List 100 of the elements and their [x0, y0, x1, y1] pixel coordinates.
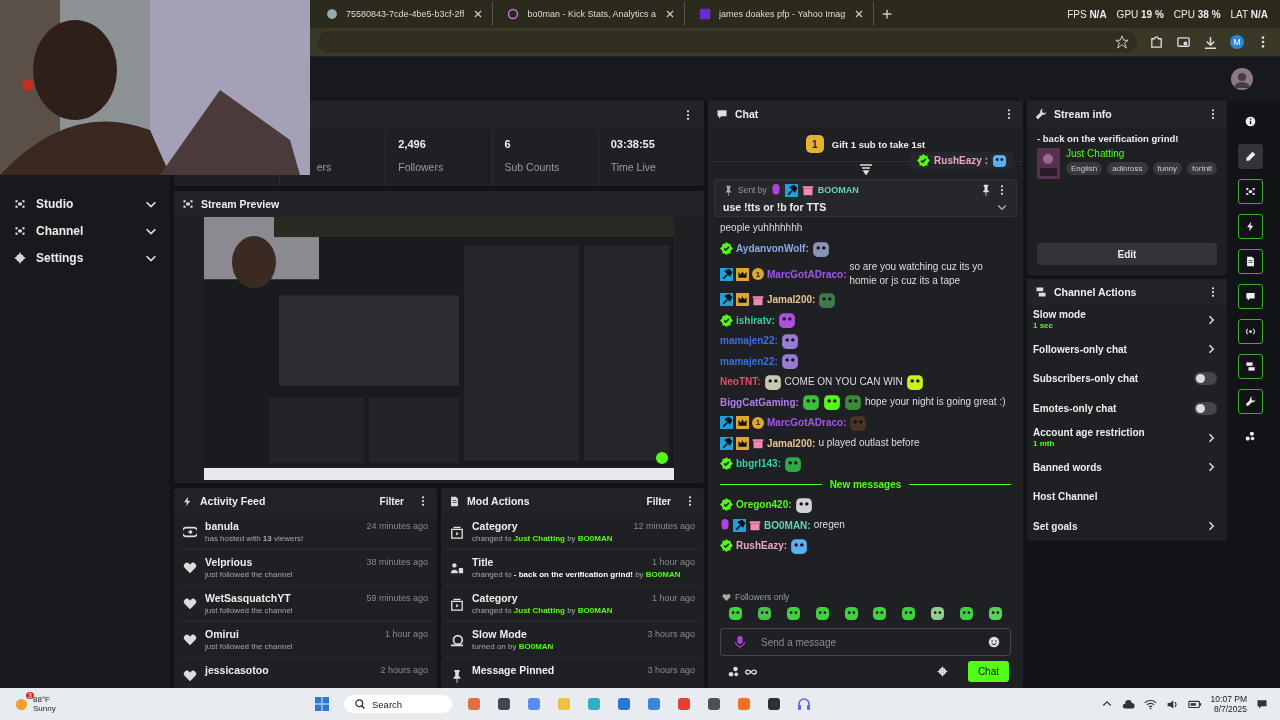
emote-icon[interactable]	[814, 606, 830, 621]
channel-action-item[interactable]: Set goals	[1027, 511, 1227, 541]
sidebar-toggle-button[interactable]	[1237, 249, 1263, 274]
sidebar-toggle-button[interactable]	[1237, 284, 1263, 309]
verified-badge-icon	[720, 498, 733, 511]
verified-badge-icon	[720, 242, 733, 255]
tag-chip[interactable]: funny	[1152, 162, 1183, 175]
channel-action-item[interactable]: Emotes-only chat	[1027, 393, 1227, 423]
chat-username: NeoTNT:	[720, 376, 761, 387]
category-icon	[450, 524, 464, 539]
crown-badge-icon	[736, 293, 749, 306]
extensions-icon[interactable]	[1149, 34, 1164, 50]
channel-action-item[interactable]: Followers-only chat	[1027, 334, 1227, 364]
temperature: 88°F	[33, 695, 51, 704]
filter-button[interactable]: Filter	[373, 493, 410, 509]
action-label: Emotes-only chat	[1033, 402, 1118, 414]
cloud-icon[interactable]	[1121, 697, 1135, 711]
action-time: 12 minutes ago	[633, 520, 695, 531]
profile-avatar[interactable]: M	[1230, 35, 1244, 49]
message-field[interactable]: Send a message	[720, 628, 1011, 656]
emote-icon[interactable]	[756, 606, 772, 621]
notifications-icon[interactable]	[1256, 698, 1268, 710]
sidebar-toggle-button[interactable]	[1237, 179, 1263, 204]
stat-value: 6	[504, 138, 512, 151]
verified-badge-icon	[720, 313, 733, 327]
microphone-icon[interactable]	[733, 635, 747, 649]
toggle-switch[interactable]	[1194, 372, 1217, 386]
action-label: Followers-only chat	[1033, 343, 1128, 355]
sidebar-toggle-button[interactable]	[1237, 319, 1263, 344]
sidebar-label: Settings	[36, 250, 85, 265]
clock[interactable]: 10:07 PM 8/7/2025	[1210, 694, 1247, 714]
sidebar-toggle-button[interactable]	[1237, 354, 1263, 379]
edit-button[interactable]: Edit	[1037, 243, 1217, 265]
heart-icon	[722, 592, 731, 602]
filter-button[interactable]: Filter	[640, 493, 677, 509]
chat-username: MarcGotADraco:	[767, 417, 847, 428]
sidebar-toggle-button[interactable]	[1237, 389, 1263, 414]
start-icon[interactable]	[314, 696, 330, 712]
media-icon[interactable]	[1176, 34, 1191, 50]
browser-tab[interactable]: bo0man - Kick Stats, Analytics a	[499, 2, 685, 26]
app-icon[interactable]	[766, 696, 783, 712]
close-tab-icon[interactable]	[664, 8, 676, 20]
action-title: Title	[472, 555, 495, 568]
action-label: Set goals	[1033, 520, 1079, 532]
moderator-badge-icon	[720, 416, 733, 429]
channel-action-item[interactable]: Banned words	[1027, 452, 1227, 482]
wifi-icon[interactable]	[1143, 697, 1157, 711]
category-link[interactable]: Just Chatting	[1066, 148, 1218, 159]
feed-time: 1 hour ago	[384, 628, 428, 639]
action-time: 1 hour ago	[651, 592, 695, 603]
emote-icon[interactable]	[901, 606, 917, 621]
action-value: 1 sec	[1033, 321, 1055, 331]
chat-username: BO0MAN:	[764, 519, 811, 531]
sidebar-item[interactable]: Studio	[0, 190, 170, 217]
sidebar-item[interactable]: Channel	[0, 217, 170, 244]
channel-action-item[interactable]: Slow mode 1 sec	[1027, 305, 1227, 335]
rank-badge: 1	[805, 135, 824, 153]
feed-time: 2 hours ago	[380, 664, 428, 675]
emote-icon[interactable]	[872, 606, 888, 621]
info-icon	[1244, 116, 1256, 127]
tag-chip[interactable]: English	[1066, 162, 1103, 175]
channel-action-item[interactable]: Host Channel	[1027, 482, 1227, 512]
stat-label: ers	[316, 161, 332, 173]
sidebar-toggle-button[interactable]	[1237, 214, 1263, 239]
emote-icon[interactable]	[959, 606, 974, 621]
emote-icon[interactable]	[728, 606, 743, 621]
emoji-icon[interactable]	[988, 636, 1000, 648]
action-time: 1 hour ago	[651, 556, 695, 567]
emote-icon[interactable]	[987, 606, 1003, 621]
feed-username: WetSasquatchYT	[205, 591, 292, 604]
download-icon[interactable]	[1203, 34, 1218, 50]
taskbar-search[interactable]: Search	[344, 695, 453, 713]
message-text: oregen	[813, 518, 845, 532]
feed-time: 59 minutes ago	[366, 592, 428, 603]
tag-chip[interactable]: fortnit	[1187, 162, 1218, 175]
browser-tab[interactable]: 75580843-7cde-4be5-b3cf-2ff	[318, 2, 494, 26]
browser-tab[interactable]: james doakes pfp - Yahoo Imag	[691, 2, 875, 26]
points-icon[interactable]	[728, 665, 740, 678]
user-avatar[interactable]	[1231, 68, 1253, 90]
emote-icon[interactable]	[785, 606, 801, 621]
channel-action-item[interactable]: Account age restriction 1 mth	[1027, 423, 1227, 453]
bookmark-star-icon[interactable]	[1115, 35, 1129, 49]
settings-icon[interactable]	[936, 666, 948, 677]
chat-username: ishiratv:	[736, 314, 775, 326]
app-icon[interactable]	[706, 696, 723, 712]
message-input[interactable]: Send a message	[759, 635, 976, 649]
feed-detail: just followed the channel	[205, 569, 294, 580]
emote-icon[interactable]	[843, 606, 859, 621]
app-icon[interactable]	[496, 696, 513, 712]
emote-icon[interactable]	[930, 606, 946, 621]
send-chat-button[interactable]: Chat	[967, 661, 1009, 682]
sidebar-toggle-button[interactable]	[1237, 144, 1263, 169]
tag-chip[interactable]: adinross	[1107, 162, 1148, 175]
panel-title: Stream info	[1054, 108, 1112, 120]
toggle-switch[interactable]	[1194, 401, 1217, 415]
sidebar-item[interactable]: Settings	[0, 244, 170, 271]
tier-badge: 1	[752, 268, 764, 280]
screen-icon	[14, 224, 26, 237]
collapse-icon[interactable]	[858, 163, 873, 175]
channel-action-item[interactable]: Subscribers-only chat	[1027, 364, 1227, 394]
